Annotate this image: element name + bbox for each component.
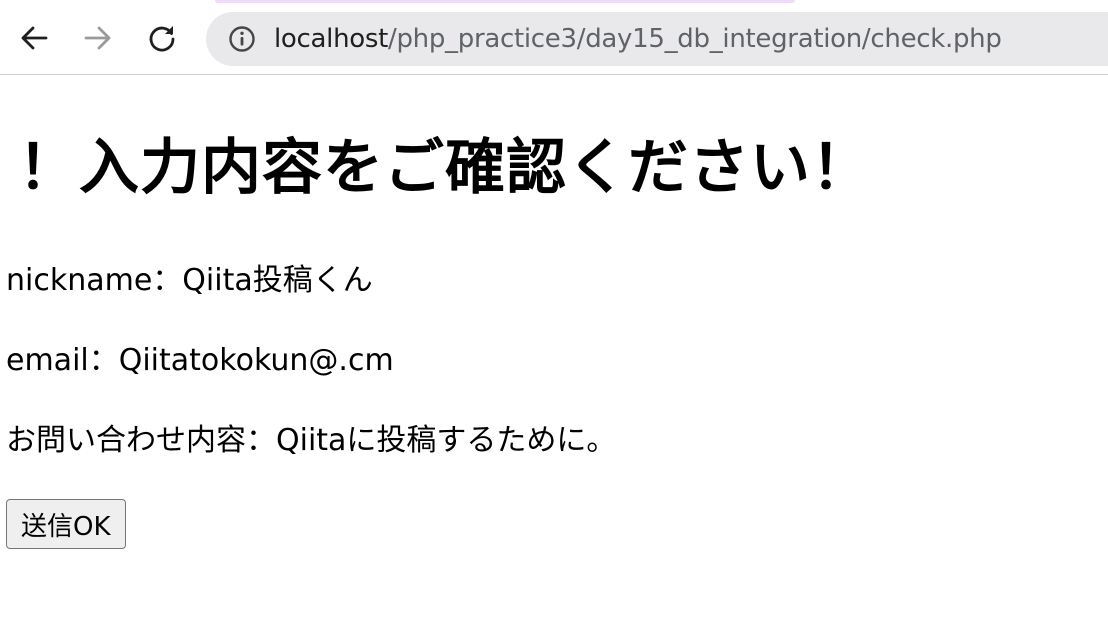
page-title: ！入力内容をご確認ください！ (18, 133, 872, 203)
info-icon[interactable] (228, 25, 256, 53)
address-bar[interactable]: localhost/php_practice3/day15_db_integra… (206, 12, 1108, 66)
arrow-left-icon (21, 26, 48, 50)
email-line: email：Qiitatokokun@.cm (6, 343, 394, 378)
arrow-right-icon (84, 26, 111, 50)
inquiry-line: お問い合わせ内容：Qiitaに投稿するために。 (6, 423, 617, 458)
page-content: ！入力内容をご確認ください！ nickname：Qiita投稿くん email：… (0, 76, 1108, 638)
active-tab-edge (215, 0, 795, 3)
reload-button[interactable] (144, 20, 180, 56)
url-host: localhost (274, 24, 389, 54)
browser-toolbar: localhost/php_practice3/day15_db_integra… (0, 0, 1108, 75)
url-text[interactable]: localhost/php_practice3/day15_db_integra… (274, 12, 1002, 66)
reload-icon (149, 26, 175, 52)
nickname-line: nickname：Qiita投稿くん (6, 263, 373, 298)
forward-button[interactable] (80, 20, 116, 56)
back-button[interactable] (16, 20, 52, 56)
submit-ok-button[interactable]: 送信OK (6, 499, 126, 549)
url-path: /php_practice3/day15_db_integration/chec… (388, 24, 1002, 54)
